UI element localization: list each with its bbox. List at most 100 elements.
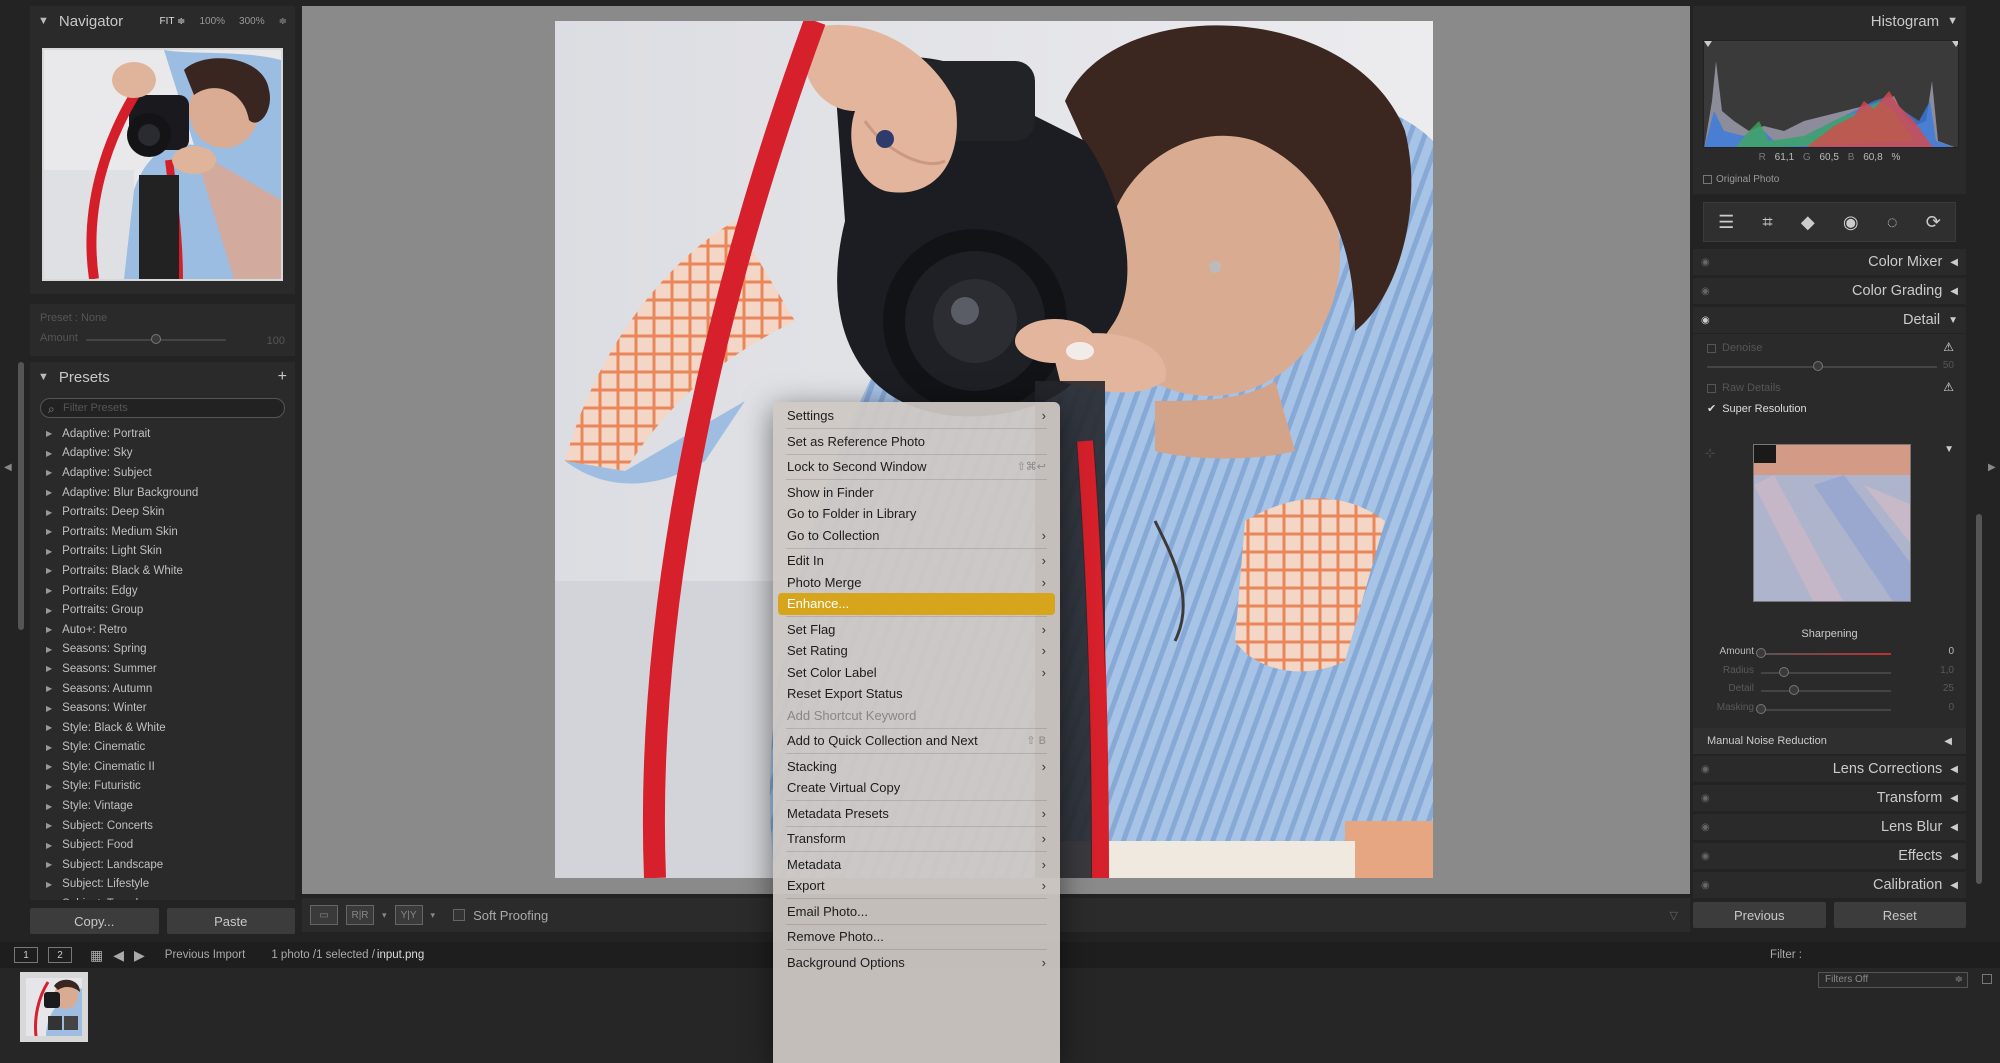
healing-eraser-icon[interactable]: ◆ bbox=[1801, 212, 1815, 233]
preset-item[interactable]: ▶ Style: Cinematic II bbox=[46, 757, 295, 777]
expand-triangle-icon[interactable]: ▶ bbox=[46, 743, 52, 752]
sharpening-slider-row[interactable]: Amount 0 bbox=[1693, 646, 1966, 664]
add-preset-icon[interactable]: + bbox=[278, 368, 287, 386]
raw-details-checkbox[interactable] bbox=[1707, 383, 1716, 393]
slider-track[interactable] bbox=[1761, 653, 1891, 655]
expand-triangle-icon[interactable]: ◀ bbox=[1950, 822, 1958, 833]
preset-item[interactable]: ▶Subject: Travel bbox=[46, 894, 295, 900]
preset-item[interactable]: ▶ Subject: Food bbox=[46, 835, 295, 855]
expand-triangle-icon[interactable]: ▶ bbox=[46, 625, 52, 634]
visibility-eye-icon[interactable]: ◉ bbox=[1701, 822, 1710, 833]
collapse-triangle-icon[interactable]: ▼ bbox=[38, 371, 49, 383]
preset-item[interactable]: ▶ Seasons: Summer bbox=[46, 659, 295, 679]
super-resolution-row[interactable]: ✔ Super Resolution bbox=[1707, 402, 1807, 416]
section-color-grading[interactable]: ◉ Color Grading ◀ bbox=[1693, 278, 1966, 304]
section-lens-blur[interactable]: ◉ Lens Blur ◀ bbox=[1693, 814, 1966, 840]
menu-set-flag[interactable]: Set Flag › bbox=[778, 619, 1055, 641]
expand-triangle-icon[interactable]: ◀ bbox=[1950, 793, 1958, 804]
menu-lock-second-window[interactable]: Lock to Second Window ⇧⌘↩ bbox=[778, 456, 1055, 478]
filter-lock-icon[interactable] bbox=[1982, 974, 1992, 984]
previous-button[interactable]: Previous bbox=[1693, 902, 1826, 928]
expand-triangle-icon[interactable]: ▶ bbox=[46, 429, 52, 438]
preset-item[interactable]: ▶ Style: Futuristic bbox=[46, 777, 295, 797]
histogram-graph[interactable] bbox=[1703, 40, 1959, 148]
second-window-button[interactable]: 2 bbox=[48, 947, 72, 963]
zoom-fit[interactable]: FIT ≑ bbox=[159, 16, 185, 27]
copy-button[interactable]: Copy... bbox=[30, 908, 159, 934]
expand-triangle-icon[interactable]: ◀ bbox=[1950, 257, 1958, 268]
expand-triangle-icon[interactable]: ▶ bbox=[46, 841, 52, 850]
preset-item[interactable]: ▶ Subject: Concerts bbox=[46, 816, 295, 836]
expand-triangle-icon[interactable]: ◀ bbox=[1950, 764, 1958, 775]
slider-track[interactable] bbox=[1761, 708, 1891, 711]
expand-triangle-icon[interactable]: ▶ bbox=[46, 488, 52, 497]
red-eye-icon[interactable]: ◉ bbox=[1843, 212, 1859, 233]
collapse-triangle-icon[interactable]: ▼ bbox=[1944, 444, 1954, 455]
paste-button[interactable]: Paste bbox=[166, 908, 295, 934]
menu-enhance[interactable]: Enhance... bbox=[778, 593, 1055, 615]
menu-photo-merge[interactable]: Photo Merge › bbox=[778, 572, 1055, 594]
preset-item[interactable]: ▶ Auto+: Retro bbox=[46, 620, 295, 640]
original-photo-toggle[interactable]: Original Photo bbox=[1703, 174, 1779, 185]
expand-triangle-icon[interactable]: ▶ bbox=[46, 664, 52, 673]
expand-triangle-icon[interactable]: ▶ bbox=[46, 606, 52, 615]
presets-header[interactable]: ▼ Presets + bbox=[30, 362, 295, 392]
expand-triangle-icon[interactable]: ▶ bbox=[46, 723, 52, 732]
slider-knob[interactable] bbox=[1779, 666, 1790, 677]
filter-dropdown[interactable]: Filters Off ≑ bbox=[1818, 972, 1968, 988]
section-effects[interactable]: ◉ Effects ◀ bbox=[1693, 843, 1966, 869]
loupe-view-button[interactable]: ▭ bbox=[310, 905, 338, 925]
menu-background-options[interactable]: Background Options › bbox=[778, 952, 1055, 974]
menu-stacking[interactable]: Stacking › bbox=[778, 756, 1055, 778]
expand-triangle-icon[interactable]: ▶ bbox=[46, 684, 52, 693]
zoom-300[interactable]: 300% bbox=[239, 16, 265, 27]
preset-item[interactable]: ▶ Subject: Lifestyle bbox=[46, 875, 295, 895]
expand-triangle-icon[interactable]: ◀ bbox=[1950, 880, 1958, 891]
preset-item[interactable]: ▶ Portraits: Group bbox=[46, 600, 295, 620]
menu-metadata-presets[interactable]: Metadata Presets › bbox=[778, 803, 1055, 825]
denoise-slider-knob[interactable] bbox=[1813, 361, 1823, 371]
preset-item[interactable]: ▶ Seasons: Spring bbox=[46, 640, 295, 660]
preset-item[interactable]: ▶ Seasons: Autumn bbox=[46, 679, 295, 699]
expand-triangle-icon[interactable]: ▶ bbox=[46, 566, 52, 575]
expand-triangle-icon[interactable]: ▶ bbox=[46, 821, 52, 830]
visibility-eye-icon[interactable]: ◉ bbox=[1701, 851, 1710, 862]
expand-triangle-icon[interactable]: ▶ bbox=[46, 782, 52, 791]
left-scrollbar[interactable] bbox=[18, 362, 24, 630]
expand-triangle-icon[interactable]: ▶ bbox=[46, 586, 52, 595]
menu-metadata[interactable]: Metadata › bbox=[778, 854, 1055, 876]
zoom-100[interactable]: 100% bbox=[199, 16, 225, 27]
preset-item[interactable]: ▶ Subject: Landscape bbox=[46, 855, 295, 875]
toolbar-menu-icon[interactable]: ▽ bbox=[1670, 909, 1678, 922]
presets-remix-icon[interactable]: ⟳ bbox=[1926, 212, 1941, 233]
back-arrow-icon[interactable]: ◀ bbox=[113, 947, 124, 964]
preset-item[interactable]: ▶ Adaptive: Portrait bbox=[46, 424, 295, 444]
collapse-triangle-icon[interactable]: ▼ bbox=[38, 15, 49, 27]
expand-triangle-icon[interactable]: ▶ bbox=[46, 860, 52, 869]
masking-icon[interactable]: ◌ bbox=[1887, 212, 1898, 233]
menu-reset-export-status[interactable]: Reset Export Status bbox=[778, 683, 1055, 705]
visibility-eye-icon[interactable]: ◉ bbox=[1701, 793, 1710, 804]
zoom-more[interactable]: ≑ bbox=[279, 16, 287, 27]
sharpening-slider-row[interactable]: Detail 25 bbox=[1693, 683, 1966, 701]
slider-knob[interactable] bbox=[1788, 685, 1799, 695]
preset-item[interactable]: ▶ Portraits: Light Skin bbox=[46, 542, 295, 562]
collapse-right-panel-icon[interactable]: ▶ bbox=[1988, 462, 1996, 473]
menu-export[interactable]: Export › bbox=[778, 875, 1055, 897]
slider-knob[interactable] bbox=[1756, 703, 1766, 714]
expand-triangle-icon[interactable]: ▶ bbox=[46, 547, 52, 556]
amount-slider-knob[interactable] bbox=[151, 334, 161, 344]
preset-item[interactable]: ▶ Adaptive: Subject bbox=[46, 463, 295, 483]
right-scrollbar[interactable] bbox=[1976, 514, 1982, 884]
crop-icon[interactable]: ⌗ bbox=[1762, 212, 1772, 233]
sharpening-slider-row[interactable]: Radius 1,0 bbox=[1693, 665, 1966, 683]
detail-preview[interactable] bbox=[1753, 444, 1911, 602]
expand-triangle-icon[interactable]: ◀ bbox=[1950, 851, 1958, 862]
main-window-button[interactable]: 1 bbox=[14, 947, 38, 963]
filename-label[interactable]: input.png bbox=[377, 949, 424, 961]
expand-triangle-icon[interactable]: ◀ bbox=[1950, 286, 1958, 297]
menu-email-photo[interactable]: Email Photo... bbox=[778, 901, 1055, 923]
expand-triangle-icon[interactable]: ▶ bbox=[46, 508, 52, 517]
menu-settings[interactable]: Settings › bbox=[778, 405, 1055, 427]
visibility-eye-icon[interactable]: ◉ bbox=[1701, 880, 1710, 891]
